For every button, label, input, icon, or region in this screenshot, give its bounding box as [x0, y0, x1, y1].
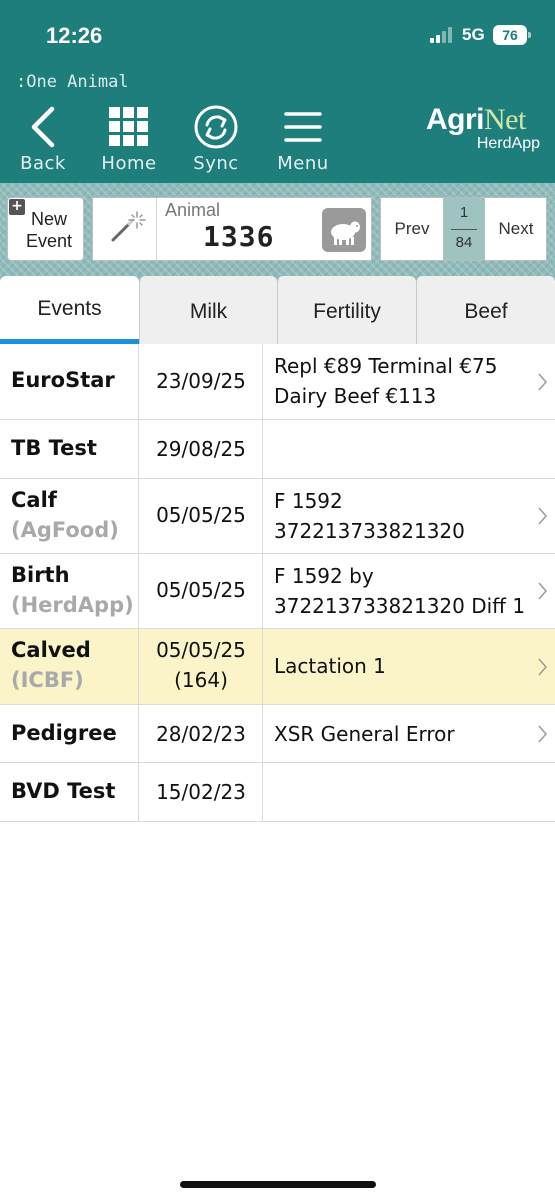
home-button[interactable]: Home	[94, 103, 164, 179]
battery-icon: 76	[493, 25, 531, 45]
tab-beef-label: Beef	[464, 300, 508, 323]
event-detail: Dairy Beef €113	[274, 384, 437, 408]
tab-events[interactable]: Events	[0, 276, 139, 344]
network-type: 5G	[462, 25, 485, 44]
chevron-left-icon	[8, 103, 78, 153]
sync-label: Sync	[193, 153, 239, 174]
new-event-button[interactable]: + New Event	[7, 197, 84, 261]
tab-bar: Events Milk Fertility Beef	[0, 276, 555, 344]
status-bar: 12:26 5G 76	[0, 0, 555, 70]
animal-icon[interactable]	[322, 208, 366, 252]
tab-events-label: Events	[37, 297, 102, 320]
prev-button[interactable]: Prev	[381, 198, 443, 260]
back-label: Back	[20, 153, 66, 174]
tab-milk[interactable]: Milk	[139, 276, 277, 344]
back-button[interactable]: Back	[8, 103, 78, 179]
table-row[interactable]: TB Test 29/08/25	[0, 420, 555, 479]
table-row-highlighted[interactable]: Calved (ICBF) 05/05/25 (164) Lactation 1	[0, 629, 555, 705]
chevron-right-icon	[538, 582, 547, 600]
pager-current: 1	[459, 204, 469, 221]
status-time: 12:26	[46, 23, 103, 48]
tab-beef[interactable]: Beef	[416, 276, 555, 344]
tab-milk-label: Milk	[189, 300, 228, 323]
event-date: 15/02/23	[156, 780, 246, 804]
event-detail: F 1592 by	[274, 564, 374, 588]
event-name: BVD Test	[11, 779, 116, 803]
event-name: TB Test	[11, 436, 97, 460]
event-name: Pedigree	[11, 721, 117, 745]
event-date: 05/05/25	[156, 638, 246, 662]
app-header: 12:26 5G 76 :One Animal Back Home Sync M…	[0, 0, 555, 183]
sync-button[interactable]: Sync	[181, 103, 251, 179]
event-date: 05/05/25	[156, 503, 246, 527]
animal-pager: Prev 1 84 Next	[380, 197, 547, 261]
screen-title: :One Animal	[16, 72, 129, 92]
logo-agri: Agri	[426, 103, 485, 136]
menu-label: Menu	[277, 153, 329, 174]
table-row[interactable]: Pedigree 28/02/23 XSR General Error	[0, 705, 555, 763]
next-button[interactable]: Next	[485, 198, 547, 260]
signal-strength-icon	[430, 27, 456, 43]
pager-total: 84	[455, 234, 473, 251]
animal-toolbar: + New Event Animal 1336 Prev 1 84 Next	[0, 183, 555, 276]
agrinet-logo: AgriNet HerdApp	[426, 103, 546, 163]
magic-wand-icon[interactable]	[93, 198, 157, 260]
event-name: Birth	[11, 563, 70, 587]
tab-fertility-label: Fertility	[313, 300, 381, 323]
new-event-label: New Event	[25, 209, 73, 251]
grid-icon	[94, 103, 164, 153]
animal-label: Animal	[165, 200, 221, 220]
event-date: 05/05/25	[156, 578, 246, 602]
sync-icon	[181, 103, 251, 153]
home-label: Home	[101, 153, 157, 174]
event-date-sub: (164)	[174, 668, 228, 692]
table-row[interactable]: Birth (HerdApp) 05/05/25 F 1592 by 37221…	[0, 554, 555, 629]
event-detail: Lactation 1	[274, 654, 386, 678]
event-detail: F 1592	[274, 489, 343, 513]
logo-net: Net	[484, 103, 526, 136]
chevron-right-icon	[538, 507, 547, 525]
pager-position: 1 84	[443, 198, 485, 260]
event-source: (HerdApp)	[11, 593, 134, 617]
event-detail: Repl €89 Terminal €75	[274, 354, 498, 378]
animal-number[interactable]: 1336	[203, 220, 274, 253]
event-name: Calved	[11, 638, 91, 662]
event-date: 23/09/25	[156, 369, 246, 393]
tab-fertility[interactable]: Fertility	[277, 276, 416, 344]
event-name: Calf	[11, 488, 57, 512]
logo-herdapp: HerdApp	[476, 135, 540, 152]
table-row[interactable]: Calf (AgFood) 05/05/25 F 1592 3722137338…	[0, 479, 555, 554]
event-date: 29/08/25	[156, 437, 246, 461]
event-detail: 372213733821320 Diff 1	[274, 594, 526, 618]
table-row[interactable]: BVD Test 15/02/23	[0, 763, 555, 822]
menu-button[interactable]: Menu	[268, 103, 338, 179]
chevron-right-icon	[538, 725, 547, 743]
chevron-right-icon	[538, 373, 547, 391]
hamburger-menu-icon	[268, 103, 338, 153]
animal-selector: Animal 1336	[92, 197, 372, 261]
events-table: EuroStar 23/09/25 Repl €89 Terminal €75 …	[0, 344, 555, 822]
home-indicator[interactable]	[180, 1181, 376, 1188]
event-source: (AgFood)	[11, 518, 119, 542]
chevron-right-icon	[538, 658, 547, 676]
event-detail: 372213733821320	[274, 519, 465, 543]
event-source: (ICBF)	[11, 668, 84, 692]
event-date: 28/02/23	[156, 722, 246, 746]
event-detail: XSR General Error	[274, 722, 455, 746]
event-name: EuroStar	[11, 368, 115, 392]
table-row[interactable]: EuroStar 23/09/25 Repl €89 Terminal €75 …	[0, 344, 555, 420]
